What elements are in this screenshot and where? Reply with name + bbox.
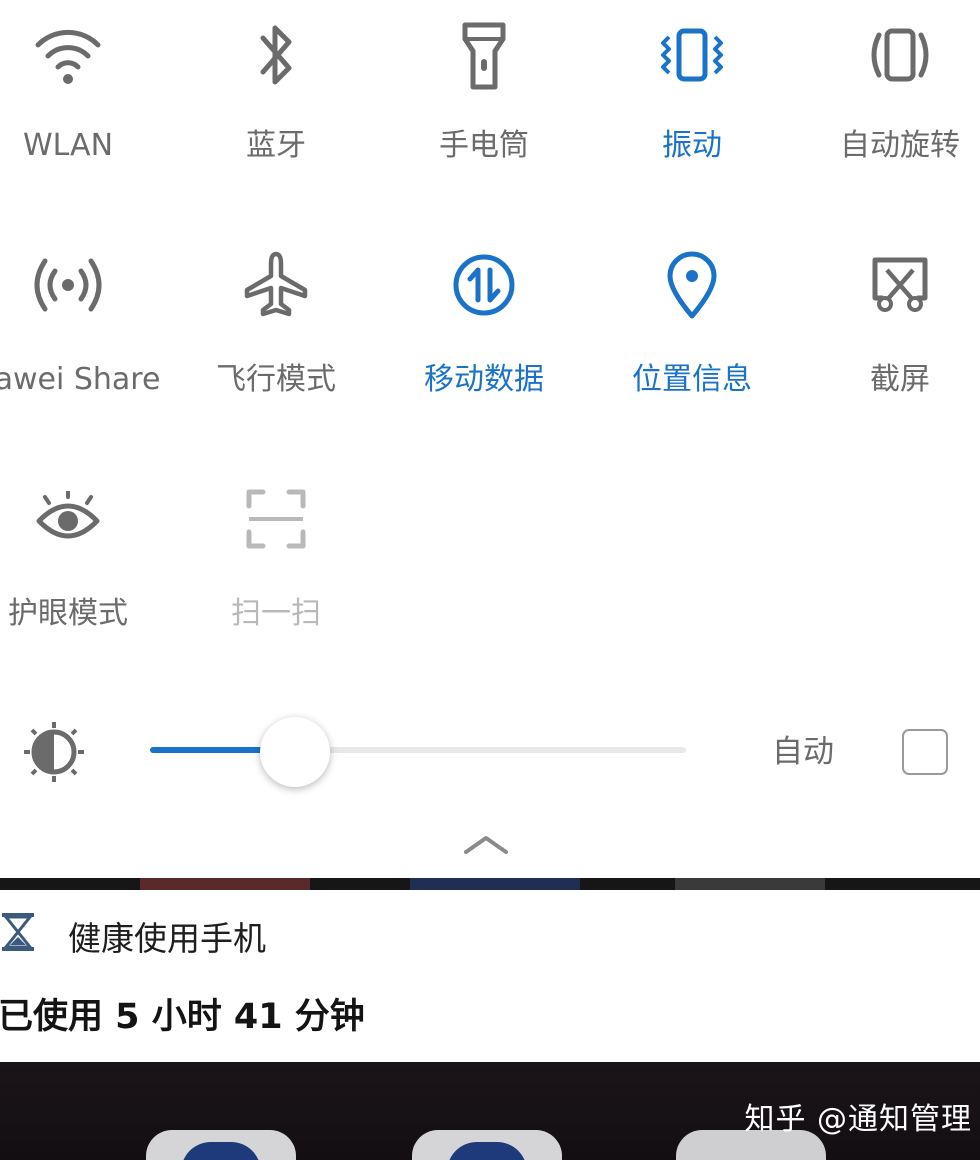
vibrate-icon <box>647 10 737 100</box>
tile-auto-rotate[interactable]: 自动旋转 <box>796 10 980 210</box>
eye-comfort-icon <box>23 474 113 564</box>
auto-rotate-icon <box>855 10 945 100</box>
location-icon <box>647 240 737 330</box>
notification-title: 健康使用手机 <box>68 919 266 958</box>
notification-card[interactable]: 健康使用手机 已使用 5 小时 41 分钟 <box>0 890 980 1062</box>
background-strip <box>0 878 980 890</box>
auto-brightness-checkbox[interactable] <box>902 729 948 775</box>
bluetooth-icon <box>231 10 321 100</box>
scan-icon <box>231 474 321 564</box>
wifi-icon <box>23 10 113 100</box>
tile-scan[interactable]: 扫一扫 <box>172 474 380 674</box>
huawei-share-icon <box>23 240 113 330</box>
chevron-up-icon[interactable] <box>462 830 510 858</box>
hourglass-icon <box>0 912 36 952</box>
tile-label: 扫一扫 <box>231 596 321 631</box>
brightness-slider-thumb[interactable] <box>260 717 330 787</box>
flashlight-icon <box>439 10 529 100</box>
tile-wlan[interactable]: WLAN <box>0 10 172 210</box>
brightness-slider[interactable] <box>150 747 686 753</box>
app-icon[interactable] <box>412 1130 562 1160</box>
tile-label: 截屏 <box>870 362 930 397</box>
tile-airplane-mode[interactable]: 飞行模式 <box>172 240 380 440</box>
auto-brightness-label: 自动 <box>772 734 834 770</box>
airplane-icon <box>231 240 321 330</box>
tile-eye-comfort[interactable]: 护眼模式 <box>0 474 172 674</box>
brightness-icon <box>22 720 86 784</box>
tile-bluetooth[interactable]: 蓝牙 <box>172 10 380 210</box>
tile-screenshot[interactable]: 截屏 <box>796 240 980 440</box>
home-screen-background: 知乎 @通知管理 <box>0 1062 980 1160</box>
app-icon[interactable] <box>146 1130 296 1160</box>
mobile-data-icon <box>439 240 529 330</box>
watermark-text: 知乎 @通知管理 <box>744 1102 972 1137</box>
screenshot-icon <box>855 240 945 330</box>
notification-body: 已使用 5 小时 41 分钟 <box>0 997 365 1037</box>
tile-flashlight[interactable]: 手电筒 <box>380 10 588 210</box>
tile-huawei-share[interactable]: uawei Share <box>0 240 172 440</box>
tile-vibrate[interactable]: 振动 <box>588 10 796 210</box>
quick-settings-panel: WLAN 蓝牙 手电筒 振动 自动旋转 awei Share 飞行模式 移动数据… <box>0 0 980 878</box>
tile-location[interactable]: 位置信息 <box>588 240 796 440</box>
tile-mobile-data[interactable]: 移动数据 <box>380 240 588 440</box>
tile-label: 自动旋转 <box>840 128 960 163</box>
